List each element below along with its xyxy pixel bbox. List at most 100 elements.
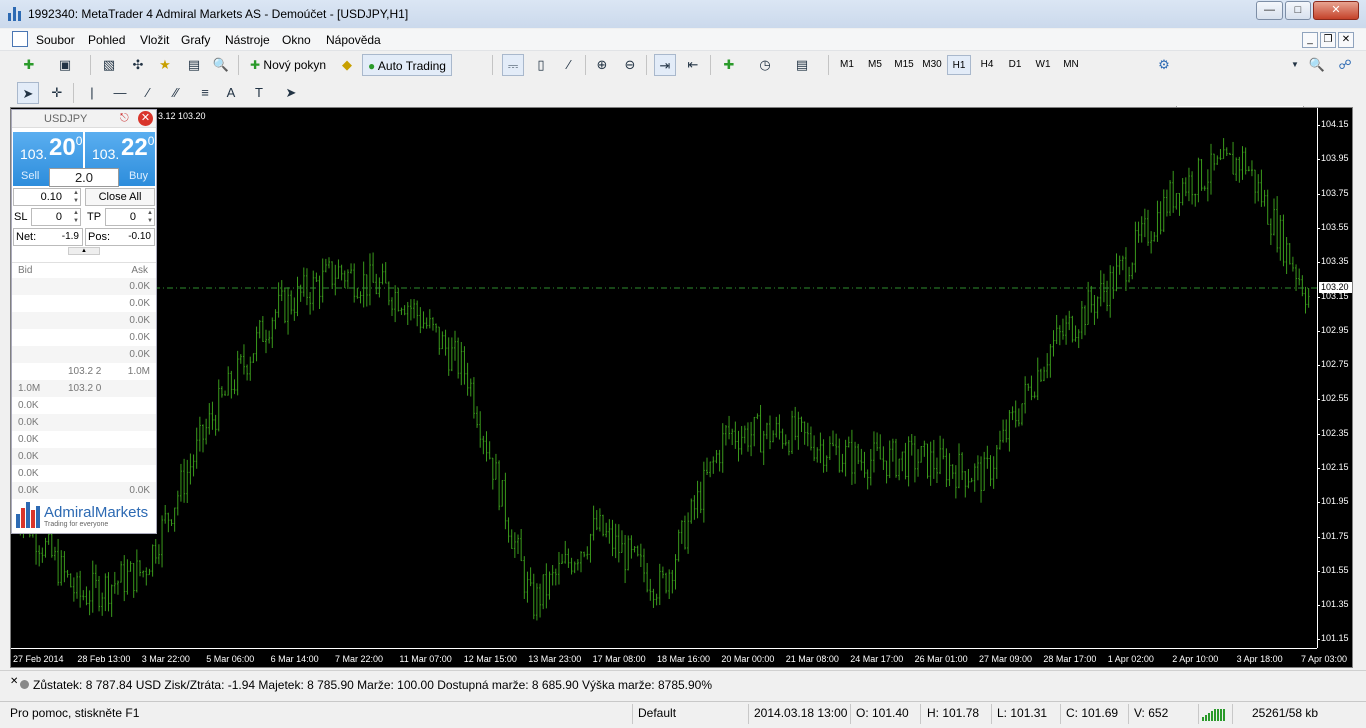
metaeditor-icon[interactable]: ◆ (336, 54, 358, 76)
terminal-close-icon[interactable]: ✕ (10, 676, 18, 687)
cursor-icon[interactable]: ➤ (17, 82, 39, 104)
price-bar (1187, 167, 1190, 202)
mdi-minimize-button[interactable]: _ (1302, 32, 1318, 48)
time-tick: 27 Feb 2014 (13, 654, 64, 664)
dom-row[interactable]: 0.0K (12, 312, 156, 329)
stepper-arrows-icon[interactable]: ▲ ▼ (73, 189, 79, 205)
zoom-out-icon[interactable]: ⊖ (619, 54, 641, 76)
community-icon[interactable]: ☍ (1334, 54, 1356, 76)
dom-row[interactable]: 0.0K (12, 414, 156, 431)
admiral-markets-logo: AdmiralMarkets Trading for everyone (14, 500, 156, 532)
trendline-icon[interactable]: ∕ (137, 82, 159, 104)
crosshair-icon[interactable]: ✛ (46, 82, 68, 104)
dom-row[interactable]: 1.0M 103.2 0 (12, 380, 156, 397)
bar-chart-icon[interactable]: ⎓ (502, 54, 524, 76)
status-profile[interactable]: Default (638, 706, 676, 720)
price-bar (869, 449, 872, 486)
market-watch-icon[interactable]: ▧ (98, 54, 120, 76)
menu-help[interactable]: Nápověda (326, 33, 381, 47)
periods-icon[interactable]: ◷ (754, 54, 776, 76)
close-button[interactable]: ✕ (1313, 1, 1359, 20)
mdi-restore-button[interactable]: ❐ (1320, 32, 1336, 48)
timeframe-h1[interactable]: H1 (947, 55, 971, 75)
close-panel-icon[interactable]: ✕ (138, 111, 153, 126)
terminal-icon[interactable]: ▤ (183, 54, 205, 76)
timeframe-d1[interactable]: D1 (1003, 55, 1027, 75)
dom-row[interactable]: 0.0K (12, 295, 156, 312)
price-bar (668, 569, 671, 600)
dom-row[interactable]: 0.0K (12, 448, 156, 465)
text-label-icon[interactable]: T (248, 82, 270, 104)
timeframe-m5[interactable]: M5 (863, 55, 887, 75)
auto-trading-button[interactable]: ● Auto Trading (362, 54, 452, 76)
minimize-button[interactable]: — (1256, 1, 1283, 20)
indicators-icon[interactable]: ✚ (718, 54, 740, 76)
dom-row[interactable]: 0.0K (12, 346, 156, 363)
candlestick-icon[interactable]: ▯ (530, 54, 552, 76)
menu-insert[interactable]: Vložit (140, 33, 169, 47)
dom-row[interactable]: 0.0K (12, 329, 156, 346)
dom-row[interactable]: 0.0K (12, 397, 156, 414)
sl-stepper-icon[interactable]: ▲ ▼ (73, 209, 79, 225)
navigator-icon[interactable]: ★ (154, 54, 176, 76)
dom-row[interactable]: 0.0K (12, 278, 156, 295)
chart-window[interactable]: 3.12 103.20 103.20 104.15 103.95 103.75 103… (10, 107, 1353, 668)
price-chart[interactable] (11, 108, 1317, 648)
text-icon[interactable]: A (220, 82, 242, 104)
pin-icon[interactable]: ⎋ (120, 112, 129, 125)
price-bar (274, 309, 277, 330)
dom-ask-vol: 0.0K (129, 332, 150, 343)
price-bar (321, 258, 324, 303)
line-studies-toolbar: ➤ ✛ | — ∕ ∕∕ ≡ A T ➤ (0, 79, 1366, 106)
zoom-in-icon[interactable]: ⊕ (591, 54, 613, 76)
price-bar (82, 590, 85, 601)
dom-row[interactable]: 103.2 2 1.0M (12, 363, 156, 380)
strategy-tester-icon[interactable]: 🔍 (210, 54, 232, 76)
collapse-panel-icon[interactable]: ▲ (68, 247, 100, 255)
price-bar (841, 453, 844, 473)
line-chart-icon[interactable]: ∕ (558, 54, 580, 76)
templates-icon[interactable]: ▤ (791, 54, 813, 76)
data-window-icon[interactable]: ✣ (127, 54, 149, 76)
timeframe-m1[interactable]: M1 (835, 55, 859, 75)
maximize-button[interactable]: □ (1285, 1, 1311, 20)
chart-shift-icon[interactable]: ⇤ (682, 54, 704, 76)
dom-row[interactable]: 0.0K 0.0K (12, 482, 156, 499)
menu-window[interactable]: Okno (282, 33, 311, 47)
price-bar (476, 406, 479, 428)
timeframe-m15[interactable]: M15 (891, 55, 917, 75)
chart-window-icon[interactable] (12, 31, 28, 47)
dom-row[interactable]: 0.0K (12, 465, 156, 482)
vertical-line-icon[interactable]: | (81, 82, 103, 104)
timeframe-mn[interactable]: MN (1059, 55, 1083, 75)
price-bar (633, 546, 636, 553)
search-icon[interactable]: 🔍 (1306, 54, 1328, 76)
volume-input[interactable]: 2.0 (49, 168, 119, 187)
fibonacci-icon[interactable]: ≡ (194, 82, 216, 104)
equidistant-channel-icon[interactable]: ∕∕ (165, 82, 187, 104)
new-chart-icon[interactable]: ✚ (18, 54, 40, 76)
timeframe-m30[interactable]: M30 (919, 55, 945, 75)
lot-stepper[interactable]: 0.10 ▲ ▼ (13, 188, 81, 206)
settings-gear-icon[interactable]: ⚙ (1153, 54, 1175, 76)
mdi-close-button[interactable]: ✕ (1338, 32, 1354, 48)
menu-view[interactable]: Pohled (88, 33, 125, 47)
profiles-icon[interactable]: ▣ (54, 54, 76, 76)
tp-stepper-icon[interactable]: ▲ ▼ (147, 209, 153, 225)
tp-input[interactable]: 0 ▲ ▼ (105, 208, 155, 226)
horizontal-line-icon[interactable]: — (109, 82, 131, 104)
timeframe-h4[interactable]: H4 (975, 55, 999, 75)
auto-scroll-icon[interactable]: ⇥ (654, 54, 676, 76)
arrows-icon[interactable]: ➤ (280, 82, 302, 104)
time-tick: 11 Mar 07:00 (399, 654, 452, 664)
sl-input[interactable]: 0 ▲ ▼ (31, 208, 81, 226)
close-all-button[interactable]: Close All (85, 188, 155, 206)
menu-charts[interactable]: Grafy (181, 33, 210, 47)
menu-tools[interactable]: Nástroje (225, 33, 270, 47)
timeframe-w1[interactable]: W1 (1031, 55, 1055, 75)
menu-file[interactable]: Soubor (36, 33, 75, 47)
new-order-button[interactable]: ✚ Nový pokyn (245, 54, 331, 76)
search-dropdown-icon[interactable]: ▼ (1288, 54, 1302, 76)
dom-row[interactable]: 0.0K (12, 431, 156, 448)
price-bar (661, 566, 664, 579)
